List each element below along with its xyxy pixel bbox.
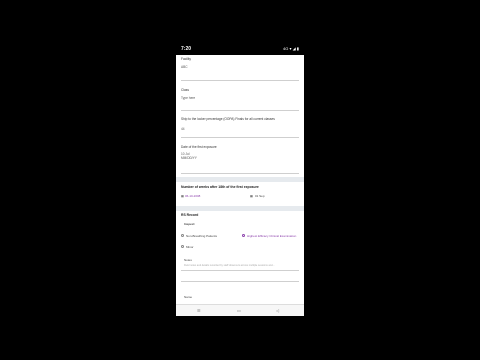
field-percentage[interactable]: Ship to the locker percentage (OOPA) Fin… xyxy=(181,117,299,131)
divider xyxy=(181,270,299,271)
status-time: 7:20 xyxy=(181,46,192,52)
section-separator xyxy=(176,177,304,182)
field-value: 10 Jul MM/DD/YY xyxy=(181,152,197,160)
end-date[interactable]: 01 Sep xyxy=(255,194,265,198)
status-icons: 4G ▾ ◢ ▮ xyxy=(283,46,299,51)
status-bar: 7:20 4G ▾ ◢ ▮ xyxy=(176,44,304,55)
notes-field[interactable]: Field notes and details recorded by staf… xyxy=(184,264,299,267)
radio-option-1-label: Non-Breathing Patients xyxy=(186,234,218,238)
field-facility[interactable]: Facility ABC xyxy=(181,57,299,69)
section-separator xyxy=(176,206,304,211)
field-value: Type here xyxy=(181,96,196,100)
divider xyxy=(181,80,299,81)
field-label: Class xyxy=(181,88,189,92)
notes-label: Notes xyxy=(184,258,192,262)
section2-subtitle: Inspect xyxy=(184,222,195,226)
section1-title: Number of weeks after 18th of the first … xyxy=(181,185,259,189)
navigation-bar: ☰ ▭ ◁ xyxy=(176,304,304,316)
phone-screen: 7:20 4G ▾ ◢ ▮ Facility ABC Class Type he… xyxy=(176,44,304,316)
divider xyxy=(181,281,299,282)
field-first-exposure[interactable]: Date of the first exposure 10 Jul MM/DD/… xyxy=(181,145,299,160)
home-icon[interactable]: ▭ xyxy=(237,308,241,313)
divider xyxy=(181,137,299,138)
field-label: Ship to the locker percentage (OOPA) Fin… xyxy=(181,117,275,121)
menu-icon[interactable]: ☰ xyxy=(197,308,201,313)
divider xyxy=(181,173,299,174)
field-class[interactable]: Class Type here xyxy=(181,88,299,100)
calendar-icon: ▦ xyxy=(250,194,253,198)
back-icon[interactable]: ◁ xyxy=(276,308,279,313)
field-label: Facility xyxy=(181,57,191,61)
section2-title: RS Record xyxy=(181,213,199,217)
radio-option-2-label: Highest Efficacy Clinical Examination xyxy=(247,234,297,238)
calendar-icon: ▦ xyxy=(181,194,184,198)
radio-option-2[interactable] xyxy=(242,234,245,237)
radio-option-1[interactable] xyxy=(181,234,184,237)
start-date[interactable]: 06-10-2008 xyxy=(185,194,200,198)
form-content: Facility ABC Class Type here Ship to the… xyxy=(176,55,304,305)
field-label: Date of the first exposure xyxy=(181,145,217,149)
radio-option-3-label: Minor xyxy=(186,245,194,249)
radio-option-3[interactable] xyxy=(181,245,184,248)
field-value: ABC xyxy=(181,65,188,69)
field-value: 44 xyxy=(181,127,185,131)
name-label: Name xyxy=(184,295,193,299)
divider xyxy=(181,110,299,111)
